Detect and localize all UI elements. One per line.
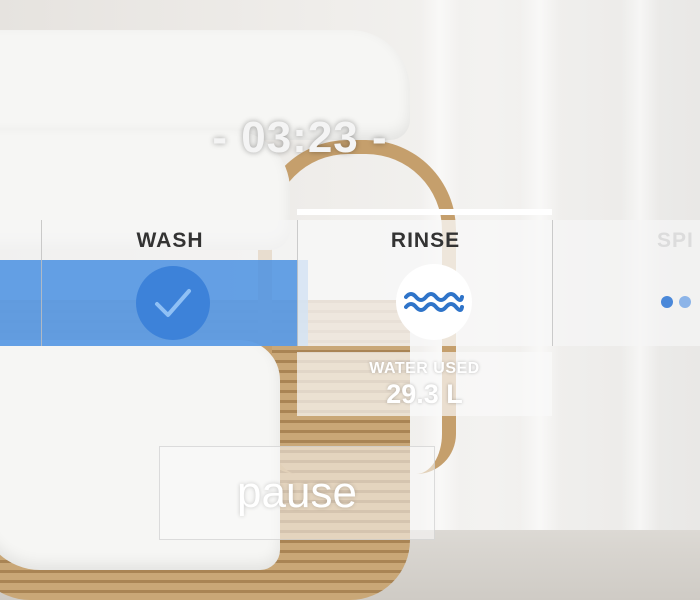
cycle-tile-spin[interactable]: SPI — [552, 220, 700, 346]
pause-button[interactable]: pause — [159, 446, 435, 540]
completed-band — [42, 260, 308, 346]
cycle-tile-wash[interactable]: WASH — [41, 220, 308, 346]
dots-icon — [661, 295, 697, 313]
cycle-label-spin: SPI — [657, 229, 694, 252]
dot — [679, 296, 691, 308]
water-used-value: 29.3 L — [386, 379, 463, 409]
completed-band — [0, 260, 42, 346]
check-icon — [136, 266, 210, 340]
water-used-label: WATER USED — [369, 360, 480, 377]
pending-band — [553, 260, 700, 346]
cycle-strip: WASH RINSE SPI — [0, 220, 700, 346]
active-cycle-indicator — [297, 209, 552, 215]
cycle-tile-rinse[interactable]: RINSE — [297, 220, 553, 346]
cycle-label-rinse: RINSE — [390, 229, 461, 252]
dot — [661, 296, 673, 308]
water-wave-icon — [396, 264, 472, 340]
remaining-time: - 03:23 - — [212, 113, 388, 162]
water-used-panel: WATER USED 29.3 L — [297, 352, 552, 416]
previous-cycle-tile — [0, 220, 42, 346]
cycle-label-wash: WASH — [136, 229, 204, 252]
active-band — [298, 260, 553, 346]
